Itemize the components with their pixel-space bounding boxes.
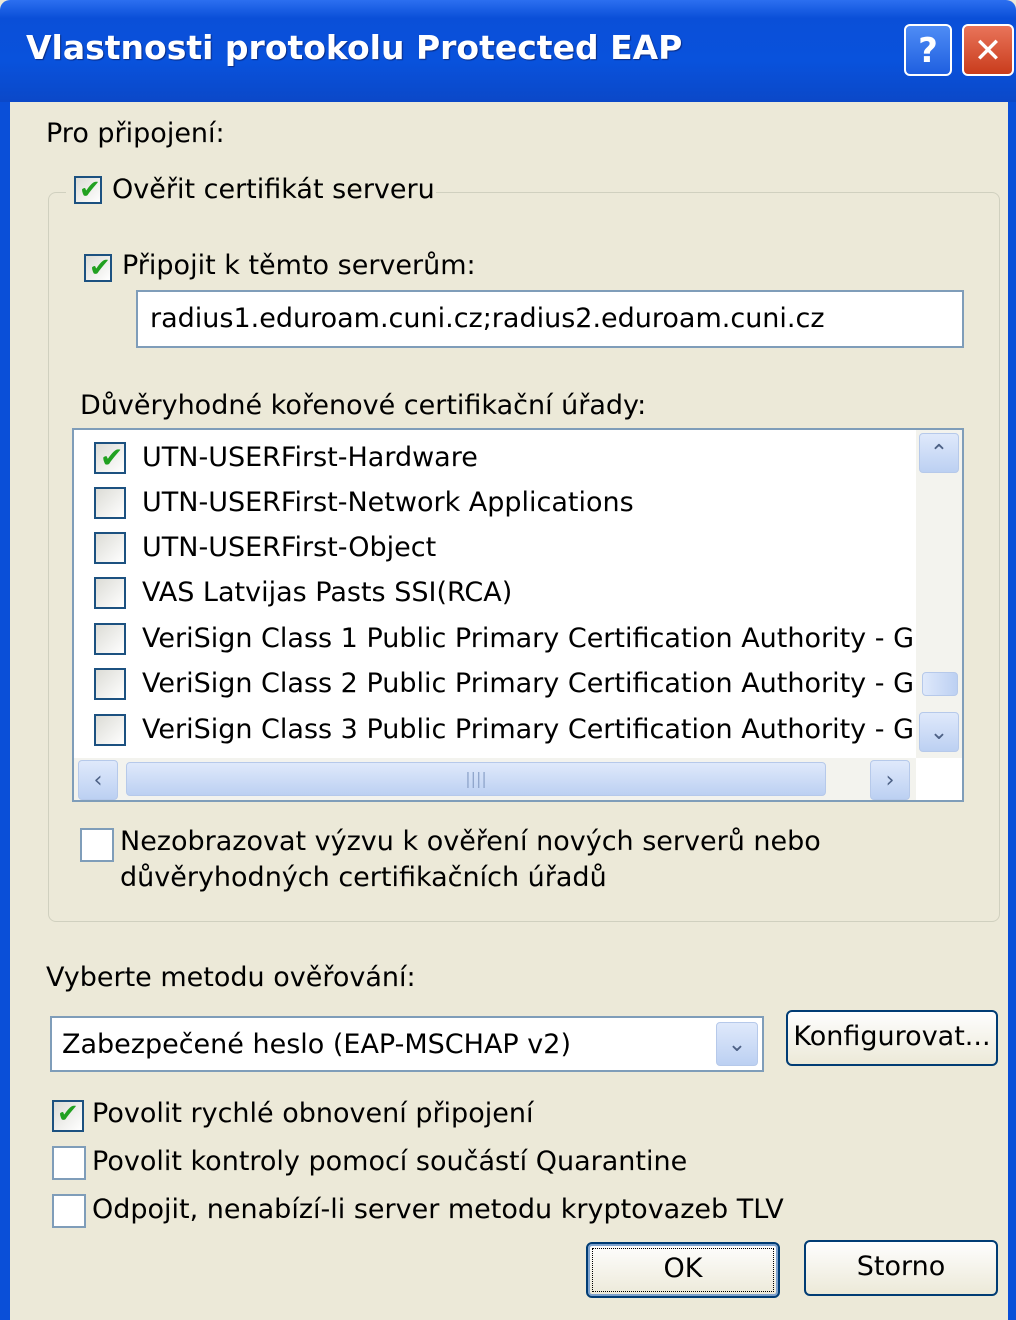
check-mark-icon: ✔ xyxy=(100,441,124,474)
dialog-window: Vlastnosti protokolu Protected EAP ? ✕ P… xyxy=(0,0,1016,1320)
ca-checkbox[interactable] xyxy=(94,577,126,609)
ca-checkbox[interactable] xyxy=(94,668,126,700)
validate-cert-checkbox[interactable]: ✔ xyxy=(74,175,102,205)
disconnect-tlv-checkbox[interactable] xyxy=(52,1194,86,1228)
ca-label: VeriSign Class 2 Public Primary Certific… xyxy=(142,668,932,699)
check-mark-icon: ✔ xyxy=(57,1099,79,1129)
ca-label: VAS Latvijas Pasts SSI(RCA) xyxy=(142,577,513,608)
scroll-up-icon[interactable]: ⌃ xyxy=(919,433,959,473)
close-button[interactable]: ✕ xyxy=(962,24,1014,76)
no-prompt-label-line2[interactable]: důvěryhodných certifikačních úřadů xyxy=(120,862,607,893)
validate-cert-label[interactable]: Ověřit certifikát serveru xyxy=(112,174,435,205)
scroll-left-icon[interactable]: ‹ xyxy=(78,760,118,800)
fast-reconnect-checkbox[interactable]: ✔ xyxy=(52,1099,84,1132)
ca-label: UTN-USERFirst-Network Applications xyxy=(142,487,634,518)
ca-checkbox[interactable] xyxy=(94,623,126,655)
vertical-scroll-thumb[interactable] xyxy=(922,672,958,696)
fast-reconnect-label[interactable]: Povolit rychlé obnovení připojení xyxy=(92,1098,533,1129)
check-mark-icon: ✔ xyxy=(89,253,111,283)
trusted-ca-list[interactable]: ✔ UTN-USERFirst-Hardware UTN-USERFirst-N… xyxy=(72,428,964,802)
window-title: Vlastnosti protokolu Protected EAP xyxy=(26,28,683,67)
ca-label: VeriSign Class 1 Public Primary Certific… xyxy=(142,623,932,654)
auth-method-label: Vyberte metodu ověřování: xyxy=(46,962,416,993)
server-names-value: radius1.eduroam.cuni.cz;radius2.eduroam.… xyxy=(150,303,825,334)
ca-label: UTN-USERFirst-Object xyxy=(142,532,437,563)
window-frame-right xyxy=(1008,102,1016,1320)
horizontal-scroll-thumb[interactable]: |||| xyxy=(126,762,826,796)
configure-button[interactable]: Konfigurovat... xyxy=(786,1010,998,1066)
no-prompt-checkbox[interactable] xyxy=(80,828,114,862)
scroll-right-icon[interactable]: › xyxy=(870,760,910,800)
ca-checkbox[interactable]: ✔ xyxy=(94,442,126,474)
trusted-ca-label: Důvěryhodné kořenové certifikační úřady: xyxy=(80,390,647,421)
no-prompt-label-line1[interactable]: Nezobrazovat výzvu k ověření nových serv… xyxy=(120,826,821,857)
quarantine-label[interactable]: Povolit kontroly pomocí součástí Quarant… xyxy=(92,1146,687,1177)
ca-checkbox[interactable] xyxy=(94,532,126,564)
vertical-scrollbar[interactable]: ⌃ ⌄ xyxy=(916,430,962,758)
check-mark-icon: ✔ xyxy=(79,175,101,205)
connect-servers-label[interactable]: Připojit k těmto serverům: xyxy=(122,250,476,281)
disconnect-tlv-label[interactable]: Odpojit, nenabízí-li server metodu krypt… xyxy=(92,1194,784,1225)
ca-label: UTN-USERFirst-Hardware xyxy=(142,442,478,473)
horizontal-scrollbar[interactable]: ‹ |||| › xyxy=(74,758,916,800)
ca-checkbox[interactable] xyxy=(94,714,126,746)
window-frame-left xyxy=(0,102,10,1320)
title-bar[interactable]: Vlastnosti protokolu Protected EAP ? ✕ xyxy=(0,0,1016,102)
chevron-down-icon[interactable]: ⌄ xyxy=(716,1022,758,1066)
ca-checkbox[interactable] xyxy=(94,487,126,519)
server-names-input[interactable]: radius1.eduroam.cuni.cz;radius2.eduroam.… xyxy=(136,290,964,348)
connect-servers-checkbox[interactable]: ✔ xyxy=(84,253,112,283)
scroll-down-icon[interactable]: ⌄ xyxy=(919,712,959,752)
ok-button[interactable]: OK xyxy=(586,1242,780,1298)
cancel-button[interactable]: Storno xyxy=(804,1240,998,1296)
focus-rect xyxy=(592,1248,774,1292)
ca-label: VeriSign Class 3 Public Primary Certific… xyxy=(142,714,932,745)
auth-method-select[interactable]: Zabezpečené heslo (EAP-MSCHAP v2) ⌄ xyxy=(50,1016,764,1072)
connection-label: Pro připojení: xyxy=(46,118,225,149)
help-button[interactable]: ? xyxy=(904,24,952,76)
auth-method-value: Zabezpečené heslo (EAP-MSCHAP v2) xyxy=(62,1029,571,1060)
quarantine-checkbox[interactable] xyxy=(52,1146,86,1180)
